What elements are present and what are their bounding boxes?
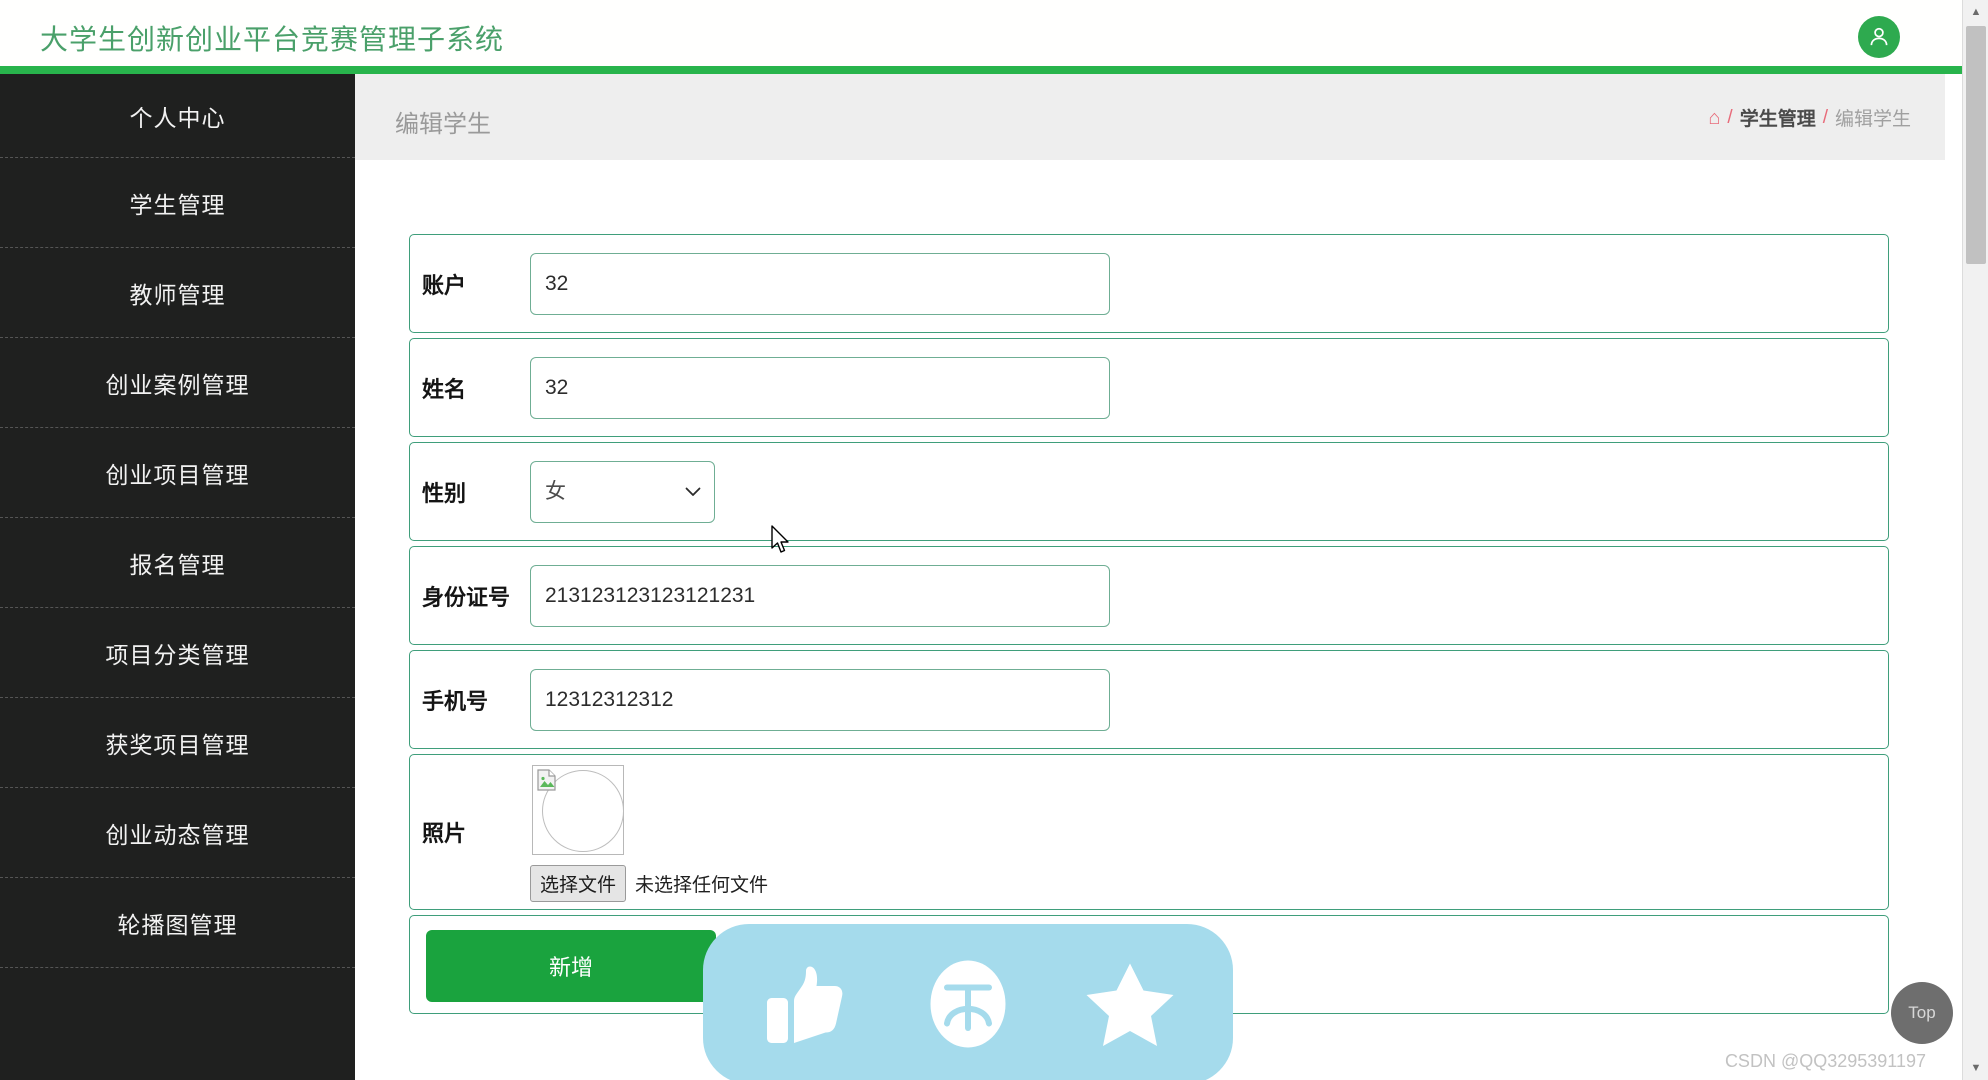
breadcrumb-parent[interactable]: 学生管理 [1740, 104, 1816, 131]
sidebar-item-label: 创业动态管理 [105, 822, 250, 848]
site-title: 大学生创新创业平台竞赛管理子系统 [40, 24, 505, 55]
breadcrumb-separator: / [1727, 106, 1733, 128]
sidebar-item-carousel-management[interactable]: 轮播图管理 [0, 878, 355, 968]
account-input[interactable] [530, 252, 1110, 315]
sidebar-item-startup-case-management[interactable]: 创业案例管理 [0, 338, 355, 428]
page-root: 大学生创新创业平台竞赛管理子系统 个人中心 学生管理 教师管理 创业案例管理 创… [0, 0, 1988, 1080]
form-row-phone: 手机号 [409, 650, 1889, 749]
breadcrumb-bar: 编辑学生 ⌂ / 学生管理 / 编辑学生 [355, 74, 1945, 160]
scroll-to-top-button[interactable]: Top [1891, 982, 1953, 1044]
sidebar-item-teacher-management[interactable]: 教师管理 [0, 248, 355, 338]
sidebar-item-label: 报名管理 [129, 552, 226, 578]
sidebar-item-award-project-management[interactable]: 获奖项目管理 [0, 698, 355, 788]
form-row-name: 姓名 [409, 338, 1889, 437]
avatar[interactable] [1858, 16, 1900, 58]
breadcrumb-separator: / [1822, 106, 1828, 128]
sidebar-item-label: 教师管理 [129, 282, 226, 308]
user-avatar-icon[interactable] [1858, 16, 1900, 58]
page-title: 编辑学生 [395, 111, 491, 138]
form-row-gender: 性别 女 [409, 442, 1889, 541]
field-label-account: 账户 [422, 272, 467, 298]
scrollbar-thumb[interactable] [1966, 26, 1986, 264]
sidebar-item-label: 创业项目管理 [105, 462, 250, 488]
sidebar-item-personal-center[interactable]: 个人中心 [0, 74, 355, 158]
name-input[interactable] [530, 356, 1110, 419]
field-label-name: 姓名 [422, 376, 467, 402]
header-accent-bar [0, 66, 1962, 74]
scrollbar-down-arrow-icon[interactable]: ▼ [1963, 1056, 1988, 1080]
sidebar-item-label: 学生管理 [129, 192, 226, 218]
sidebar-item-label: 个人中心 [129, 105, 226, 131]
star-icon[interactable] [1082, 956, 1178, 1052]
submit-button[interactable]: 新增 [426, 930, 716, 1002]
sidebar-item-startup-news-management[interactable]: 创业动态管理 [0, 788, 355, 878]
photo-upload-block: 选择文件 未选择任何文件 [530, 755, 768, 909]
sidebar-item-registration-management[interactable]: 报名管理 [0, 518, 355, 608]
top-header: 大学生创新创业平台竞赛管理子系统 [0, 0, 1962, 72]
watermark: CSDN @QQ3295391197 [1724, 1051, 1926, 1071]
page-scrollbar[interactable]: ▲ ▼ [1962, 0, 1988, 1080]
gender-select-wrapper[interactable]: 女 [530, 460, 715, 523]
sidebar: 个人中心 学生管理 教师管理 创业案例管理 创业项目管理 报名管理 项目分类管理… [0, 74, 355, 1080]
id-card-input[interactable] [530, 564, 1110, 627]
umbrella-icon[interactable] [920, 956, 1016, 1052]
form-row-account: 账户 [409, 234, 1889, 333]
field-label-gender: 性别 [422, 480, 467, 506]
sidebar-item-label: 创业案例管理 [105, 372, 250, 398]
breadcrumb: ⌂ / 学生管理 / 编辑学生 [1708, 104, 1911, 131]
phone-input[interactable] [530, 668, 1110, 731]
choose-file-button[interactable]: 选择文件 [530, 865, 627, 902]
form-row-photo: 照片 选择文件 未选择任何文件 [409, 754, 1889, 910]
field-label-phone: 手机号 [422, 688, 489, 714]
form-row-id-card: 身份证号 [409, 546, 1889, 645]
gender-select[interactable]: 女 [530, 460, 715, 523]
sidebar-item-label: 项目分类管理 [105, 642, 250, 668]
sidebar-item-student-management[interactable]: 学生管理 [0, 158, 355, 248]
file-status-text: 未选择任何文件 [635, 875, 769, 896]
thumbs-up-icon[interactable] [758, 956, 854, 1052]
field-label-id-card: 身份证号 [422, 584, 511, 610]
sidebar-item-project-category-management[interactable]: 项目分类管理 [0, 608, 355, 698]
field-label-photo: 照片 [422, 821, 467, 846]
scrollbar-up-arrow-icon[interactable]: ▲ [1963, 0, 1988, 24]
sidebar-item-label: 轮播图管理 [117, 912, 238, 938]
broken-image-icon [532, 765, 624, 855]
sidebar-item-label: 获奖项目管理 [105, 732, 250, 758]
edit-student-form: 账户 姓名 性别 女 [409, 234, 1889, 1019]
floating-social-bar[interactable] [703, 924, 1233, 1080]
home-icon[interactable]: ⌂ [1708, 108, 1720, 128]
breadcrumb-current: 编辑学生 [1834, 109, 1911, 130]
file-input-line: 选择文件 未选择任何文件 [530, 865, 768, 902]
sidebar-item-startup-project-management[interactable]: 创业项目管理 [0, 428, 355, 518]
